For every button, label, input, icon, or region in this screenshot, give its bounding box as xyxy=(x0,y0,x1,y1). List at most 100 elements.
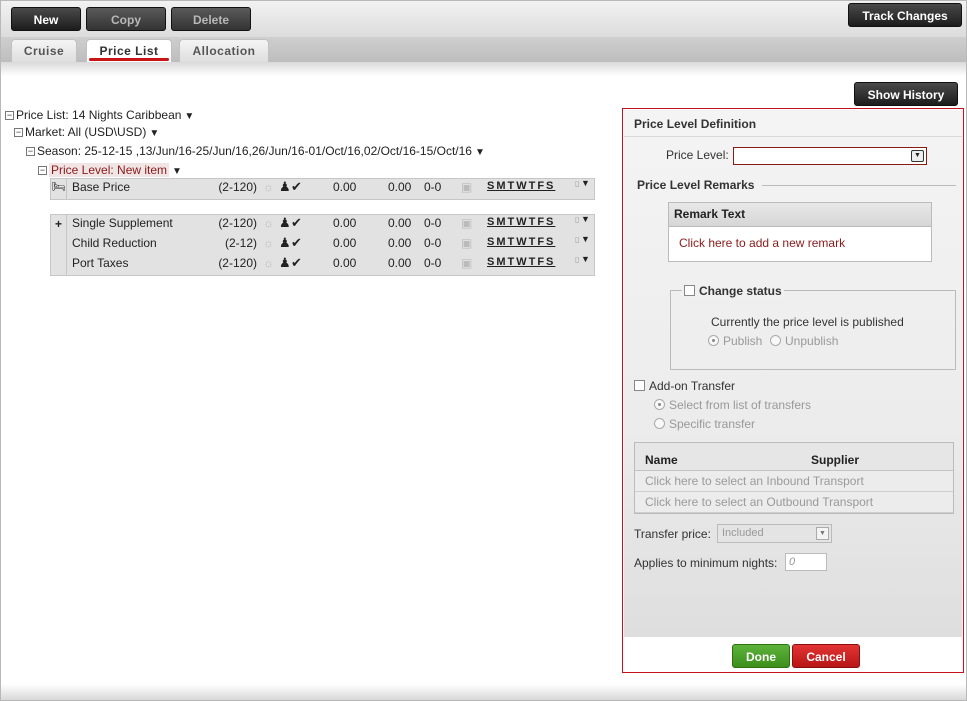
sun-icon: ☼ xyxy=(263,180,274,194)
gift-icon: ▣ xyxy=(461,236,473,250)
show-history-button[interactable]: Show History xyxy=(854,82,958,106)
person-icon: ♟ xyxy=(279,179,291,194)
unpublish-option[interactable]: Unpublish xyxy=(770,334,838,348)
select-from-list-option[interactable]: Select from list of transfers xyxy=(654,398,811,412)
addon-transfer-toggle[interactable]: Add-on Transfer xyxy=(634,379,735,393)
tree-price-list-label: Price List: 14 Nights Caribbean xyxy=(16,108,182,122)
weekday-selector[interactable]: SMTWTFS xyxy=(487,256,555,268)
tab-allocation[interactable]: Allocation xyxy=(179,39,269,63)
min-nights-input[interactable]: 0 xyxy=(785,553,827,571)
sun-icon: ☼ xyxy=(263,256,274,270)
weekday-selector[interactable]: SMTWTFS xyxy=(487,236,555,248)
tree-market[interactable]: − Market: All (USD\USD) ▼ xyxy=(14,124,159,140)
transfer-price-label: Transfer price: xyxy=(634,527,711,541)
row-value-3: 0-0 xyxy=(424,180,442,194)
track-changes-button[interactable]: Track Changes xyxy=(848,3,962,27)
cancel-button[interactable]: Cancel xyxy=(792,644,860,668)
person-icon: ♟ xyxy=(279,235,291,250)
collapse-icon[interactable]: − xyxy=(14,128,23,137)
collapse-icon[interactable]: − xyxy=(38,166,47,175)
done-button[interactable]: Done xyxy=(732,644,790,668)
inbound-transport-link[interactable]: Click here to select an Inbound Transpor… xyxy=(635,471,953,492)
supplements-table: + Single Supplement (2-120) ☼ ♟ ✔ 0.00 0… xyxy=(50,214,595,276)
change-status-checkbox[interactable] xyxy=(684,285,695,296)
row-value-1: 0.00 xyxy=(333,180,357,194)
dropdown-caret-icon[interactable]: ▼ xyxy=(172,166,182,177)
tree-price-list[interactable]: − Price List: 14 Nights Caribbean ▼ xyxy=(5,107,194,123)
small-square-icon: ▯ xyxy=(575,215,580,224)
collapse-icon[interactable]: − xyxy=(5,111,14,120)
publish-option[interactable]: Publish xyxy=(708,334,762,348)
row-name: Base Price xyxy=(72,180,131,194)
tree-market-label: Market: All (USD\USD) xyxy=(25,125,147,139)
new-button[interactable]: New xyxy=(11,7,81,31)
dropdown-caret-icon[interactable]: ▼ xyxy=(149,128,159,139)
small-square-icon: ▯ xyxy=(575,179,580,188)
row-dropdown-icon[interactable]: ▼ xyxy=(581,214,590,224)
delete-button[interactable]: Delete xyxy=(171,7,251,31)
row-dropdown-icon[interactable]: ▼ xyxy=(581,178,590,188)
tree-season-label: Season: 25-12-15 ,13/Jun/16-25/Jun/16,26… xyxy=(37,144,472,158)
small-square-icon: ▯ xyxy=(575,235,580,244)
price-level-panel: Price Level Definition Price Level: ▼ Pr… xyxy=(622,108,964,673)
transfer-price-select[interactable]: Included ▼ xyxy=(717,524,832,543)
divider xyxy=(762,185,956,186)
dropdown-caret-icon[interactable]: ▼ xyxy=(184,111,194,122)
addon-transfer-checkbox[interactable] xyxy=(634,380,645,391)
price-level-label: Price Level: xyxy=(666,148,729,162)
tree-season[interactable]: − Season: 25-12-15 ,13/Jun/16-25/Jun/16,2… xyxy=(26,143,485,159)
row-range: (2-120) xyxy=(218,216,257,230)
tab-price-list[interactable]: Price List xyxy=(86,39,172,63)
panel-title: Price Level Definition xyxy=(634,117,757,131)
publish-label: Publish xyxy=(723,334,763,348)
addon-transfer-label: Add-on Transfer xyxy=(649,379,736,393)
row-dropdown-icon[interactable]: ▼ xyxy=(581,254,590,264)
row-value-3: 0-0 xyxy=(424,256,442,270)
active-tab-underline xyxy=(89,58,169,61)
add-remark-link[interactable]: Click here to add a new remark xyxy=(669,227,931,260)
publish-radio[interactable] xyxy=(708,335,719,346)
table-row[interactable]: 🛏 Base Price (2-120) ☼ ♟ ✔ 0.00 0.00 0-0… xyxy=(51,178,594,199)
check-icon: ✔ xyxy=(291,255,302,270)
dropdown-caret-icon[interactable]: ▼ xyxy=(475,147,485,158)
top-toolbar: New Copy Delete Track Changes xyxy=(1,1,966,37)
tree-price-level[interactable]: − Price Level: New item ▼ xyxy=(38,162,182,178)
weekday-selector[interactable]: SMTWTFS xyxy=(487,180,555,192)
row-range: (2-120) xyxy=(218,180,257,194)
outbound-transport-link[interactable]: Click here to select an Outbound Transpo… xyxy=(635,492,953,513)
row-dropdown-icon[interactable]: ▼ xyxy=(581,234,590,244)
table-row[interactable]: Child Reduction (2-12) ☼ ♟ ✔ 0.00 0.00 0… xyxy=(51,234,594,255)
tab-bar: Cruise Price List Allocation xyxy=(1,37,966,63)
specific-transfer-radio[interactable] xyxy=(654,418,665,429)
row-value-1: 0.00 xyxy=(333,256,357,270)
table-row[interactable]: Port Taxes (2-120) ☼ ♟ ✔ 0.00 0.00 0-0 ▣… xyxy=(51,254,594,275)
tab-cruise[interactable]: Cruise xyxy=(11,39,77,63)
row-range: (2-12) xyxy=(224,236,257,250)
collapse-icon[interactable]: − xyxy=(26,147,35,156)
tab-price-list-label: Price List xyxy=(99,44,159,58)
base-price-table: 🛏 Base Price (2-120) ☼ ♟ ✔ 0.00 0.00 0-0… xyxy=(50,178,595,200)
change-status-fieldset xyxy=(670,290,956,370)
price-level-select[interactable]: ▼ xyxy=(733,147,927,165)
select-from-list-radio[interactable] xyxy=(654,399,665,410)
copy-button[interactable]: Copy xyxy=(86,7,166,31)
row-value-3: 0-0 xyxy=(424,236,442,250)
specific-transfer-option[interactable]: Specific transfer xyxy=(654,417,755,431)
check-icon: ✔ xyxy=(291,179,302,194)
select-from-list-label: Select from list of transfers xyxy=(669,398,812,412)
chevron-down-icon[interactable]: ▼ xyxy=(816,527,829,540)
change-status-toggle[interactable]: Change status xyxy=(682,284,784,298)
row-value-1: 0.00 xyxy=(333,236,357,250)
weekday-selector[interactable]: SMTWTFS xyxy=(487,216,555,228)
unpublish-label: Unpublish xyxy=(785,334,839,348)
unpublish-radio[interactable] xyxy=(770,335,781,346)
row-value-2: 0.00 xyxy=(388,216,412,230)
row-range: (2-120) xyxy=(218,256,257,270)
row-value-2: 0.00 xyxy=(388,236,412,250)
person-icon: ♟ xyxy=(279,255,291,270)
person-icon: ♟ xyxy=(279,215,291,230)
table-row[interactable]: Single Supplement (2-120) ☼ ♟ ✔ 0.00 0.0… xyxy=(51,214,594,235)
row-value-1: 0.00 xyxy=(333,216,357,230)
chevron-down-icon[interactable]: ▼ xyxy=(911,150,924,162)
divider xyxy=(624,136,962,137)
